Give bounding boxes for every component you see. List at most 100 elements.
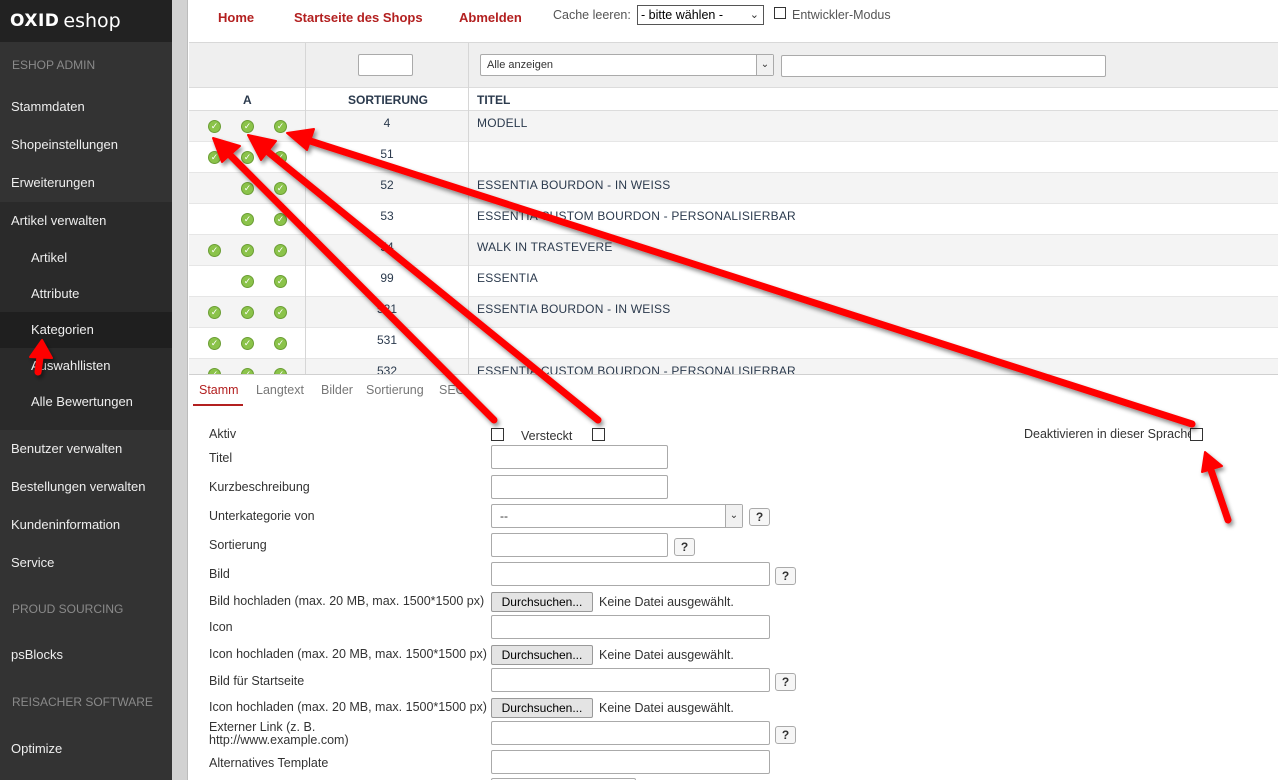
active-check-icon: ✓ bbox=[241, 275, 254, 288]
tab-langtext[interactable]: Langtext bbox=[256, 383, 304, 397]
active-check-icon: ✓ bbox=[274, 120, 287, 133]
help-icon[interactable]: ? bbox=[749, 508, 770, 526]
parent-category-select[interactable]: -- ⌄ bbox=[491, 504, 743, 528]
table-row[interactable]: ✓ ✓ ✓ 532 ESSENTIA CUSTOM BOURDON - PERSONAL… bbox=[189, 359, 1278, 374]
deactivate-language-checkbox[interactable] bbox=[1190, 428, 1203, 441]
row-sort-value[interactable]: 521 bbox=[306, 302, 468, 316]
frame-divider[interactable] bbox=[172, 0, 188, 780]
sidebar-item-shopeinstellungen[interactable]: Shopeinstellungen bbox=[0, 126, 172, 164]
row-title[interactable]: ESSENTIA BOURDON - IN WEISS bbox=[477, 302, 670, 316]
sidebar-subitem-auswahllisten[interactable]: Auswahllisten bbox=[0, 348, 172, 384]
icon-file-status: Keine Datei ausgewählt. bbox=[599, 648, 734, 662]
sidebar-item-artikel-verwalten[interactable]: Artikel verwalten bbox=[0, 202, 172, 240]
row-title[interactable]: MODELL bbox=[477, 116, 528, 130]
row-sort-value[interactable]: 531 bbox=[306, 333, 468, 347]
tab-stamm[interactable]: Stamm bbox=[199, 383, 239, 397]
parent-category-value: -- bbox=[500, 509, 508, 523]
table-row[interactable]: ✓ ✓ 99 ESSENTIA bbox=[189, 266, 1278, 297]
help-icon[interactable]: ? bbox=[775, 673, 796, 691]
active-check-icon: ✓ bbox=[208, 120, 221, 133]
table-row[interactable]: ✓ ✓ ✓ 54 WALK IN TRASTEVERE bbox=[189, 235, 1278, 266]
show-filter-select[interactable]: Alle anzeigen ⌄ bbox=[480, 54, 774, 76]
table-row[interactable]: ✓ ✓ ✓ 51 bbox=[189, 142, 1278, 173]
shop-start-link[interactable]: Startseite des Shops bbox=[294, 10, 423, 25]
icon-input[interactable] bbox=[491, 615, 770, 639]
active-check-icon: ✓ bbox=[274, 337, 287, 350]
active-check-icon: ✓ bbox=[208, 151, 221, 164]
table-row[interactable]: ✓ ✓ ✓ 531 bbox=[189, 328, 1278, 359]
active-check-icon: ✓ bbox=[274, 213, 287, 226]
sidebar-submenu: Artikel Attribute Kategorien Auswahllist… bbox=[0, 240, 172, 430]
row-sort-value[interactable]: 54 bbox=[306, 240, 468, 254]
show-filter-value: Alle anzeigen bbox=[487, 59, 554, 71]
row-title[interactable]: WALK IN TRASTEVERE bbox=[477, 240, 613, 254]
sidebar-item-optimize[interactable]: Optimize bbox=[0, 730, 172, 768]
help-icon[interactable]: ? bbox=[775, 567, 796, 585]
chevron-down-icon: ⌄ bbox=[756, 55, 773, 75]
tab-seo[interactable]: SEO bbox=[439, 383, 465, 397]
column-sort[interactable]: SORTIERUNG bbox=[348, 93, 428, 107]
column-active[interactable]: A bbox=[243, 93, 252, 107]
sortierung-input[interactable] bbox=[491, 533, 668, 557]
row-sort-value[interactable]: 53 bbox=[306, 209, 468, 223]
row-sort-value[interactable]: 51 bbox=[306, 147, 468, 161]
row-title[interactable]: ESSENTIA bbox=[477, 271, 538, 285]
sidebar-subitem-alle-bewertungen[interactable]: Alle Bewertungen bbox=[0, 384, 172, 420]
home-link[interactable]: Home bbox=[218, 10, 254, 25]
table-row[interactable]: ✓ ✓ ✓ 521 ESSENTIA BOURDON - IN WEISS bbox=[189, 297, 1278, 328]
row-sort-value[interactable]: 532 bbox=[306, 364, 468, 374]
row-title[interactable]: ESSENTIA CUSTOM BOURDON - PERSONALISIERB… bbox=[477, 209, 796, 223]
sidebar-item-bestellungen-verwalten[interactable]: Bestellungen verwalten bbox=[0, 468, 172, 506]
alt-template-input[interactable] bbox=[491, 750, 770, 774]
icon-upload-label: Icon hochladen (max. 20 MB, max. 1500*15… bbox=[209, 647, 487, 661]
active-check-icon: ✓ bbox=[274, 182, 287, 195]
bild-input[interactable] bbox=[491, 562, 770, 586]
active-check-icon: ✓ bbox=[241, 120, 254, 133]
aktiv-checkbox[interactable] bbox=[491, 428, 504, 441]
dev-mode-checkbox[interactable] bbox=[774, 7, 786, 19]
help-icon[interactable]: ? bbox=[674, 538, 695, 556]
cache-select[interactable]: - bitte wählen - ⌄ bbox=[637, 5, 764, 25]
title-filter-input[interactable] bbox=[781, 55, 1106, 77]
row-title[interactable]: ESSENTIA CUSTOM BOURDON - PERSONALISIERB… bbox=[477, 364, 796, 374]
titel-input[interactable] bbox=[491, 445, 668, 469]
startseite-file-status: Keine Datei ausgewählt. bbox=[599, 701, 734, 715]
tab-bilder[interactable]: Bilder bbox=[321, 383, 353, 397]
sidebar-item-benutzer-verwalten[interactable]: Benutzer verwalten bbox=[0, 430, 172, 468]
dev-mode-label: Entwickler-Modus bbox=[792, 8, 891, 22]
table-row[interactable]: ✓ ✓ 53 ESSENTIA CUSTOM BOURDON - PERSONALIS… bbox=[189, 204, 1278, 235]
row-sort-value[interactable]: 99 bbox=[306, 271, 468, 285]
startseite-browse-button[interactable]: Durchsuchen... bbox=[491, 698, 593, 718]
icon-upload-2-label: Icon hochladen (max. 20 MB, max. 1500*15… bbox=[209, 700, 487, 714]
table-row[interactable]: ✓ ✓ 52 ESSENTIA BOURDON - IN WEISS bbox=[189, 173, 1278, 204]
externer-link-input[interactable] bbox=[491, 721, 770, 745]
tab-sortierung[interactable]: Sortierung bbox=[366, 383, 424, 397]
sidebar-subitem-attribute[interactable]: Attribute bbox=[0, 276, 172, 312]
oxid-logo[interactable]: OXID eshop bbox=[0, 0, 172, 42]
sidebar-item-erweiterungen[interactable]: Erweiterungen bbox=[0, 164, 172, 202]
help-icon[interactable]: ? bbox=[775, 726, 796, 744]
icon-browse-button[interactable]: Durchsuchen... bbox=[491, 645, 593, 665]
row-sort-value[interactable]: 4 bbox=[306, 116, 468, 130]
filter-row: Alle anzeigen ⌄ bbox=[189, 43, 1278, 88]
row-sort-value[interactable]: 52 bbox=[306, 178, 468, 192]
bild-startseite-input[interactable] bbox=[491, 668, 770, 692]
column-title[interactable]: TITEL bbox=[477, 93, 510, 107]
active-check-icon: ✓ bbox=[241, 182, 254, 195]
sidebar-item-service[interactable]: Service bbox=[0, 544, 172, 582]
icon-label: Icon bbox=[209, 620, 233, 634]
kurzbeschreibung-input[interactable] bbox=[491, 475, 668, 499]
sidebar-item-stammdaten[interactable]: Stammdaten bbox=[0, 88, 172, 126]
sidebar-subitem-artikel[interactable]: Artikel bbox=[0, 240, 172, 276]
bild-browse-button[interactable]: Durchsuchen... bbox=[491, 592, 593, 612]
sidebar-item-kundeninformation[interactable]: Kundeninformation bbox=[0, 506, 172, 544]
logout-link[interactable]: Abmelden bbox=[459, 10, 522, 25]
table-row[interactable]: ✓ ✓ ✓ 4 MODELL bbox=[189, 111, 1278, 142]
active-check-icon: ✓ bbox=[241, 244, 254, 257]
row-title[interactable]: ESSENTIA BOURDON - IN WEISS bbox=[477, 178, 670, 192]
logo-brand: OXID bbox=[10, 11, 60, 31]
sort-filter-input[interactable] bbox=[358, 54, 413, 76]
versteckt-checkbox[interactable] bbox=[592, 428, 605, 441]
sidebar-subitem-kategorien[interactable]: Kategorien bbox=[0, 312, 172, 348]
sidebar-item-psblocks[interactable]: psBlocks bbox=[0, 636, 172, 674]
